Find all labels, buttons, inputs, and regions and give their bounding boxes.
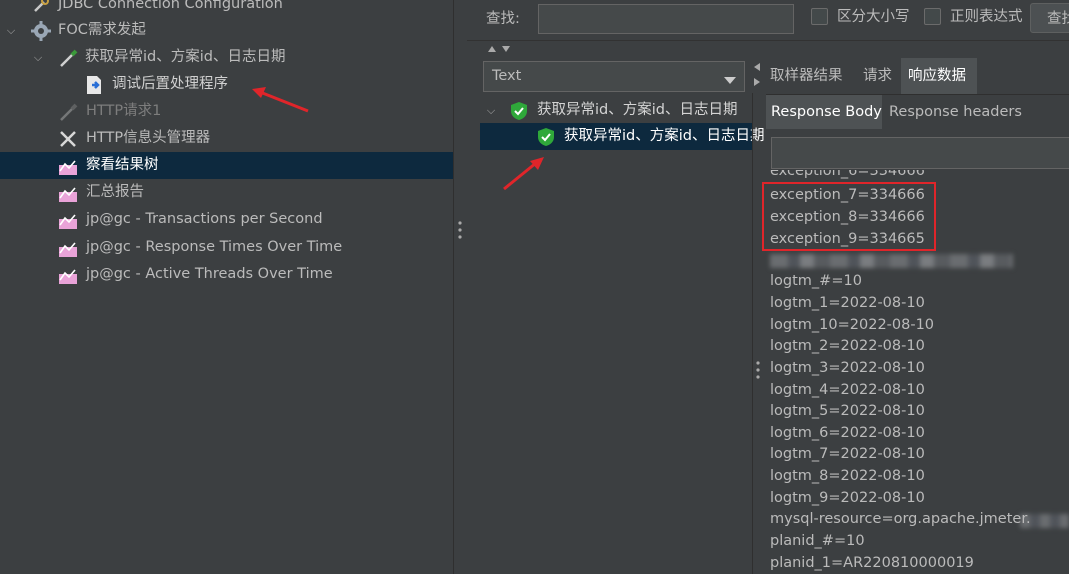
response-line: planid_1=AR220810000019 (770, 555, 974, 571)
response-line: logtm_3=2022-08-10 (770, 360, 925, 376)
results-splitter[interactable] (752, 93, 753, 574)
tree-item-http-request-disabled[interactable]: HTTP请求1 (0, 98, 453, 125)
test-plan-tree: JDBC Connection Configuration ⌵ FOC需求发起 … (0, 0, 453, 574)
chart-icon (59, 212, 77, 230)
response-line: logtm_#=10 (770, 273, 862, 289)
main-splitter[interactable] (453, 0, 468, 574)
response-line: logtm_4=2022-08-10 (770, 382, 925, 398)
chevron-down-icon (724, 73, 736, 89)
search-input[interactable] (538, 4, 794, 34)
results-tree: ⌵ 获取异常id、方案id、日志日期 获取异常id、方案id、日志日期 (480, 93, 764, 574)
chevron-down-icon[interactable]: ⌵ (484, 97, 498, 124)
response-line: exception_8=334666 (770, 209, 925, 225)
tree-item-summary-report[interactable]: 汇总报告 (0, 179, 453, 206)
result-item-parent[interactable]: ⌵ 获取异常id、方案id、日志日期 (480, 97, 752, 124)
regex-label: 正则表达式 (950, 9, 1023, 25)
success-shield-icon (537, 127, 555, 146)
tree-item-label: 获取异常id、方案id、日志日期 (85, 49, 286, 65)
success-shield-icon (510, 101, 528, 120)
response-line: logtm_9=2022-08-10 (770, 490, 925, 506)
result-item-label: 获取异常id、方案id、日志日期 (537, 102, 738, 118)
collapse-arrows-icon[interactable] (487, 44, 513, 57)
tree-item-active-threads[interactable]: jp@gc - Active Threads Over Time (0, 261, 453, 288)
tree-item-thread-group[interactable]: ⌵ FOC需求发起 (0, 17, 453, 44)
response-line: logtm_7=2022-08-10 (770, 446, 925, 462)
tree-item-label: HTTP请求1 (86, 103, 162, 119)
gear-icon (31, 21, 51, 41)
tools-icon (58, 129, 76, 147)
pipette-icon (58, 49, 78, 67)
search-divider (467, 40, 1069, 41)
tab-response-body[interactable]: Response Body (766, 95, 882, 129)
case-sensitive-checkbox[interactable] (811, 8, 828, 25)
result-item-child[interactable]: 获取异常id、方案id、日志日期 (480, 123, 764, 150)
tree-item-header-manager[interactable]: HTTP信息头管理器 (0, 125, 453, 152)
splitter-grip-icon[interactable] (457, 220, 463, 240)
regex-checkbox[interactable] (924, 8, 941, 25)
tree-item-label: JDBC Connection Configuration (58, 0, 283, 12)
tab-label: 请求 (863, 68, 892, 84)
chart-icon (59, 158, 77, 176)
case-sensitive-label: 区分大小写 (837, 9, 910, 25)
expand-arrows-icon[interactable] (752, 62, 762, 92)
result-item-label: 获取异常id、方案id、日志日期 (564, 128, 765, 144)
tree-item-label: jp@gc - Transactions per Second (86, 211, 323, 227)
tree-item-jdbc-config[interactable]: JDBC Connection Configuration (0, 0, 453, 18)
tree-item-label: 调试后置处理程序 (112, 76, 228, 92)
redacted-line (770, 254, 1013, 268)
tree-item-label: FOC需求发起 (58, 22, 146, 38)
response-line: logtm_10=2022-08-10 (770, 317, 935, 333)
response-line: logtm_8=2022-08-10 (770, 468, 925, 484)
tab-label: Response headers (889, 104, 1022, 120)
response-line: logtm_5=2022-08-10 (770, 403, 925, 419)
search-label: 查找: (486, 11, 520, 27)
tab-label: 响应数据 (908, 68, 966, 84)
tab-sampler-result[interactable]: 取样器结果 (770, 58, 843, 94)
tree-item-label: 察看结果树 (86, 157, 159, 173)
response-line: logtm_6=2022-08-10 (770, 425, 925, 441)
tab-request[interactable]: 请求 (863, 58, 892, 94)
chart-icon (59, 240, 77, 258)
renderer-select[interactable]: Text (483, 61, 745, 92)
search-button[interactable]: 查找 (1030, 3, 1069, 33)
response-line: logtm_2=2022-08-10 (770, 338, 925, 354)
annotation-arrow (503, 157, 544, 191)
chart-icon (59, 267, 77, 285)
response-line: planid_#=10 (770, 533, 865, 549)
wrench-icon (32, 0, 50, 14)
tree-item-label: 汇总报告 (86, 184, 144, 200)
renderer-select-value: Text (492, 68, 522, 84)
tree-item-label: jp@gc - Response Times Over Time (86, 239, 343, 255)
tab-response-data[interactable]: 响应数据 (901, 58, 977, 94)
response-search-input[interactable] (771, 137, 1069, 169)
tree-item-jdbc-request[interactable]: ⌵ 获取异常id、方案id、日志日期 (0, 44, 453, 71)
chevron-down-icon[interactable]: ⌵ (31, 44, 45, 71)
tree-item-label: HTTP信息头管理器 (86, 130, 211, 146)
splitter-grip-icon[interactable] (755, 360, 761, 384)
document-arrow-icon (84, 75, 102, 94)
response-line: logtm_1=2022-08-10 (770, 295, 925, 311)
response-line: exception_9=334665 (770, 231, 925, 247)
tree-item-debug-postprocessor[interactable]: 调试后置处理程序 (0, 71, 453, 98)
response-line: exception_7=334666 (770, 187, 925, 203)
chevron-down-icon[interactable]: ⌵ (4, 17, 18, 44)
tree-item-response-times[interactable]: jp@gc - Response Times Over Time (0, 234, 453, 261)
annotation-arrow (252, 87, 309, 113)
pipette-icon (58, 103, 78, 121)
tree-item-tps[interactable]: jp@gc - Transactions per Second (0, 206, 453, 233)
tab-label: 取样器结果 (770, 68, 843, 84)
tree-item-view-results-tree[interactable]: 察看结果树 (0, 152, 453, 179)
chart-icon (59, 185, 77, 203)
tree-item-label: jp@gc - Active Threads Over Time (86, 266, 333, 282)
tab-label: Response Body (771, 104, 882, 120)
tab-response-headers[interactable]: Response headers (889, 95, 1022, 129)
response-line: mysql-resource=org.apache.jmeter. (770, 511, 1031, 527)
search-button-label: 查找 (1047, 11, 1069, 27)
